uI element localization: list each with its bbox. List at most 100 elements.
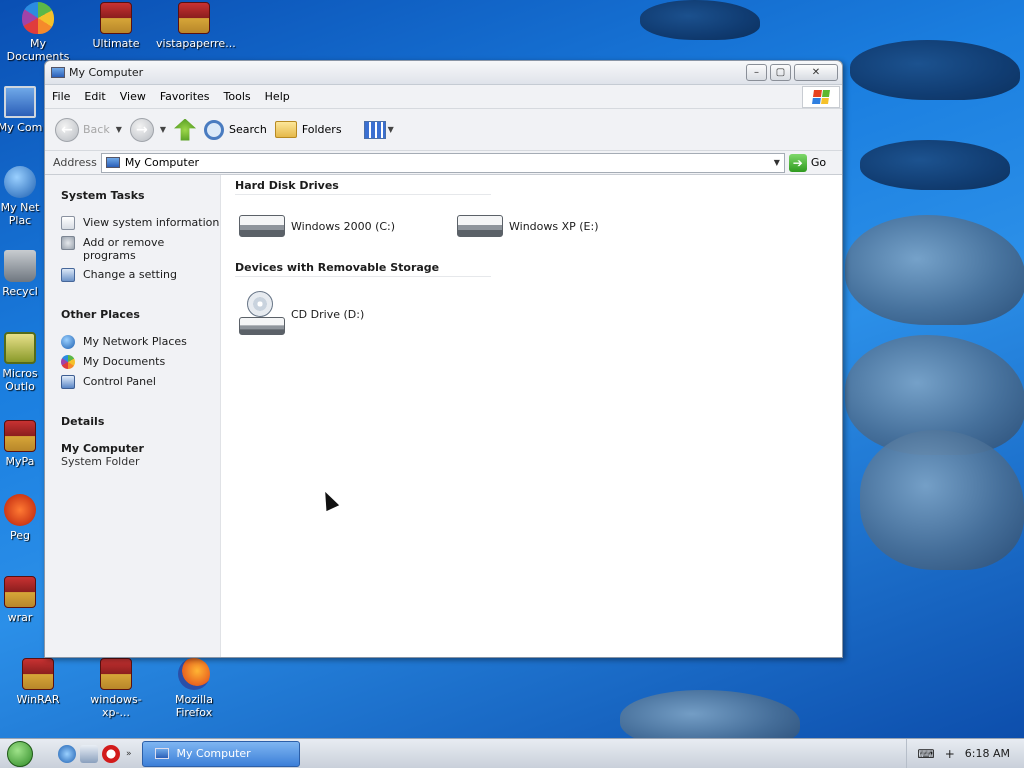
start-button[interactable]: [0, 740, 40, 768]
views-icon: [363, 120, 386, 139]
task-pane: System Tasks View system information Add…: [45, 175, 221, 657]
toolbar: ← Back ▼ → ▼ Search Folders ▼: [45, 109, 842, 151]
menu-edit[interactable]: Edit: [77, 90, 112, 103]
opera-icon[interactable]: [102, 744, 120, 763]
wallpaper-fish: [860, 430, 1024, 570]
network-globe-icon: [61, 335, 75, 349]
back-button[interactable]: ← Back ▼: [55, 117, 122, 142]
up-arrow-icon: [174, 118, 197, 141]
taskbar: » My Computer ⌨ + 6:18 AM: [0, 738, 1024, 768]
computer-icon: [154, 748, 169, 759]
control-panel-icon: [61, 375, 75, 389]
menu-help[interactable]: Help: [258, 90, 297, 103]
desktop-icon-mypa[interactable]: MyPa: [0, 420, 44, 468]
winrar-archive-icon: [100, 2, 132, 34]
desktop-icon-ultimate-xp[interactable]: Ultimate Windows XP...: [78, 2, 154, 51]
plus-icon[interactable]: +: [945, 747, 955, 761]
desktop-icon-windows-xp-archive[interactable]: windows-xp-...: [78, 658, 154, 719]
internet-explorer-icon[interactable]: [58, 744, 76, 763]
details-type: System Folder: [61, 455, 140, 468]
menu-favorites[interactable]: Favorites: [153, 90, 217, 103]
desktop-icon-vistapaper[interactable]: vistapaperre...: [156, 2, 236, 50]
views-button[interactable]: ▼: [363, 120, 394, 139]
desktop-icon-my-computer[interactable]: My Com: [0, 86, 44, 134]
taskbar-button-my-computer[interactable]: My Computer: [141, 740, 300, 767]
system-tray: ⌨ + 6:18 AM: [906, 739, 1024, 768]
network-globe-icon: [4, 166, 36, 198]
task-change-setting[interactable]: Change a setting: [61, 268, 220, 282]
task-add-remove-programs[interactable]: Add or remove programs: [61, 236, 220, 262]
place-control-panel[interactable]: Control Panel: [61, 375, 220, 389]
hard-disk-drives-header: Hard Disk Drives: [235, 179, 491, 195]
forward-button[interactable]: → ▼: [129, 117, 167, 142]
address-bar: Address My Computer ▼ ➔ Go: [45, 151, 842, 175]
drive-c[interactable]: Windows 2000 (C:): [235, 215, 453, 237]
menu-bar: File Edit View Favorites Tools Help: [45, 85, 842, 109]
drive-d[interactable]: CD Drive (D:): [235, 291, 453, 337]
winrar-archive-icon: [4, 420, 36, 452]
recycle-bin-icon: [4, 250, 36, 282]
keyboard-icon[interactable]: ⌨: [917, 747, 934, 761]
place-my-network-places[interactable]: My Network Places: [61, 335, 220, 349]
folder-icon: [274, 121, 297, 138]
wallpaper-fish: [860, 140, 1010, 190]
search-button[interactable]: Search: [204, 119, 267, 140]
content-pane: Hard Disk Drives Windows 2000 (C:) Windo…: [221, 175, 842, 657]
my-documents-icon: [61, 355, 75, 369]
desktop-icon-my-documents[interactable]: My Documents: [0, 2, 76, 63]
wallpaper-fish: [845, 215, 1024, 325]
winrar-archive-icon: [100, 658, 132, 690]
desktop-icon-firefox[interactable]: Mozilla Firefox: [156, 658, 232, 719]
up-folder-button[interactable]: [174, 118, 197, 141]
system-tasks-title: System Tasks: [61, 189, 145, 202]
menu-tools[interactable]: Tools: [217, 90, 258, 103]
forward-arrow-icon: →: [129, 117, 154, 142]
menu-view[interactable]: View: [113, 90, 153, 103]
winrar-archive-icon: [178, 2, 210, 34]
desktop-icon-outlook[interactable]: Micros Outlo: [0, 332, 44, 393]
details-title: Details: [61, 415, 105, 428]
address-label: Address: [53, 156, 97, 169]
maximize-button[interactable]: ▢: [770, 64, 791, 81]
desktop-icon-peg[interactable]: Peg: [0, 494, 44, 542]
desktop-icon-recycle-bin[interactable]: Recycl: [0, 250, 44, 298]
other-places-group: Other Places My Network Places My Docume…: [61, 308, 220, 389]
outlook-icon: [4, 332, 36, 364]
window-titlebar[interactable]: My Computer – ▢ ✕: [45, 61, 842, 85]
desktop-icon-wrar[interactable]: wrar: [0, 576, 44, 624]
quicklaunch-chevron-icon[interactable]: »: [126, 749, 132, 759]
search-icon: [204, 119, 225, 140]
hard-drive-icon: [239, 215, 285, 237]
app-shortcut-icon: [4, 494, 36, 526]
browser-quicklaunch-icon[interactable]: [80, 744, 98, 763]
removable-storage-list: CD Drive (D:): [235, 291, 842, 337]
menu-file[interactable]: File: [45, 90, 77, 103]
wallpaper-fish: [850, 40, 1020, 100]
address-input[interactable]: My Computer ▼: [100, 152, 785, 173]
system-tasks-group: System Tasks View system information Add…: [61, 189, 220, 282]
cd-drive-icon: [239, 291, 285, 337]
mouse-cursor-icon: [318, 488, 340, 512]
settings-icon: [61, 268, 75, 282]
address-dropdown-button[interactable]: ▼: [770, 158, 784, 167]
close-button[interactable]: ✕: [794, 64, 838, 81]
chevron-down-icon: ▼: [159, 125, 167, 134]
go-button[interactable]: ➔ Go: [788, 153, 826, 172]
place-my-documents[interactable]: My Documents: [61, 355, 220, 369]
desktop-icon-network-places[interactable]: My Net Plac: [0, 166, 44, 227]
folders-button[interactable]: Folders: [274, 121, 342, 138]
wallpaper-fish: [640, 0, 760, 40]
windows-logo-icon: [802, 86, 840, 108]
back-arrow-icon: ←: [55, 117, 79, 142]
drive-e[interactable]: Windows XP (E:): [453, 215, 671, 237]
windows-orb-icon: [7, 740, 33, 767]
details-group: Details My Computer System Folder: [61, 415, 220, 468]
programs-icon: [61, 236, 75, 250]
task-view-system-information[interactable]: View system information: [61, 216, 220, 230]
firefox-icon: [178, 658, 210, 690]
winrar-icon: [22, 658, 54, 690]
desktop-icon-winrar[interactable]: WinRAR: [0, 658, 76, 706]
minimize-button[interactable]: –: [746, 64, 767, 81]
clock[interactable]: 6:18 AM: [965, 747, 1010, 760]
go-arrow-icon: ➔: [788, 153, 807, 172]
